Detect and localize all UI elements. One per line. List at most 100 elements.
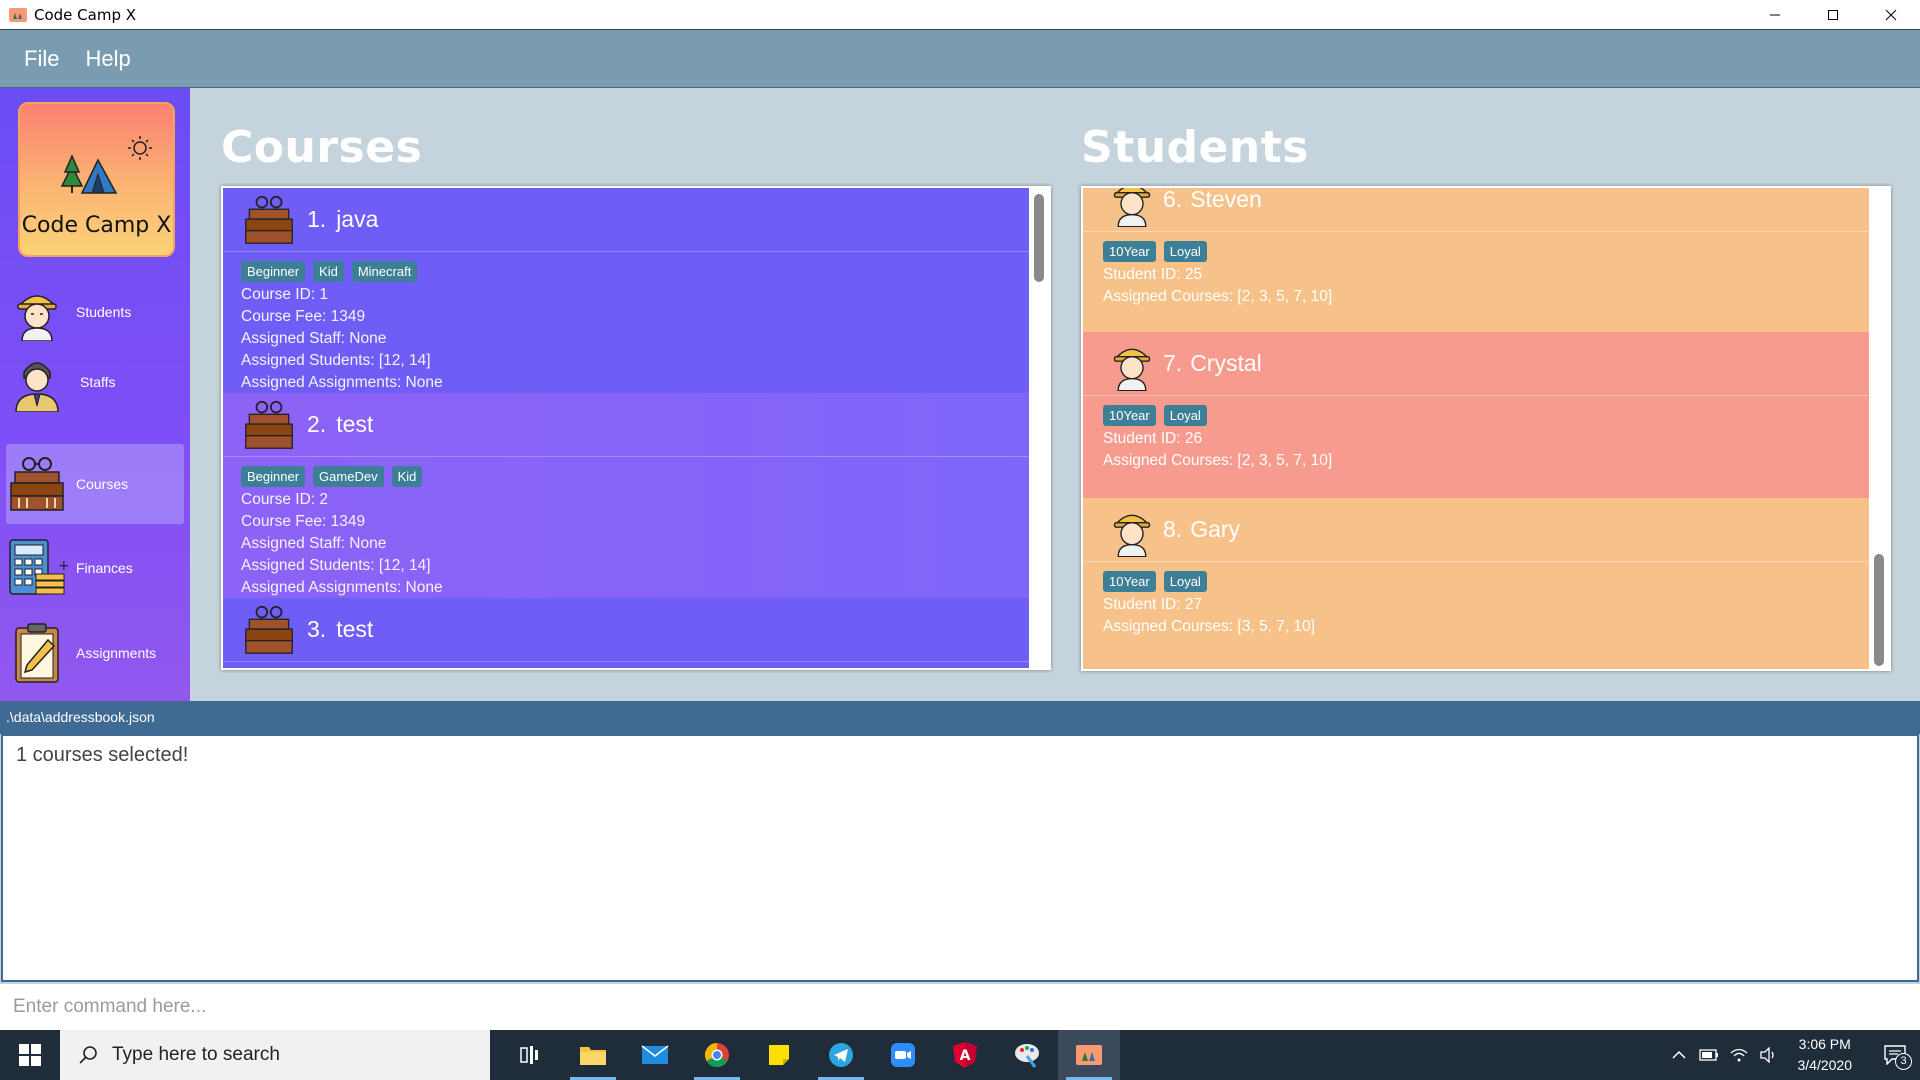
course-list[interactable]: 1. java Beginner Kid Minecraft Course ID… <box>221 186 1051 670</box>
sidebar-item-finances[interactable]: + Finances <box>6 528 184 608</box>
paint-button[interactable] <box>996 1030 1058 1080</box>
windows-icon <box>19 1044 41 1066</box>
minimize-icon <box>1770 14 1780 15</box>
maximize-button[interactable] <box>1804 0 1862 29</box>
chevron-up-icon <box>1671 1050 1686 1059</box>
task-view-button[interactable] <box>500 1030 562 1080</box>
start-button[interactable] <box>0 1030 60 1080</box>
sidebar: Code Camp X Students Staffs Courses + Fi… <box>0 88 190 701</box>
clock-time: 3:06 PM <box>1798 1036 1851 1052</box>
sidebar-item-label: Finances <box>76 560 133 576</box>
student-list-scrollbar[interactable] <box>1869 188 1889 669</box>
sidebar-item-label: Staffs <box>80 374 116 390</box>
assigned-staff: Assigned Staff: None <box>241 535 387 552</box>
student-id: Student ID: 26 <box>1103 430 1203 447</box>
volume-icon <box>1759 1047 1774 1063</box>
course-fee: Course Fee: 1349 <box>241 513 366 530</box>
student-list[interactable]: 6. Steven 10Year Loyal Student ID: 25 As… <box>1081 186 1891 671</box>
sidebar-item-label: Assignments <box>76 645 157 661</box>
sidebar-item-staffs[interactable]: Staffs <box>6 342 184 422</box>
mail-button[interactable] <box>624 1030 686 1080</box>
student-name: Steven <box>1190 186 1262 212</box>
tag: Loyal <box>1163 241 1207 262</box>
window-title: Code Camp X <box>34 5 137 24</box>
menu-help[interactable]: Help <box>85 46 130 72</box>
result-display: 1 courses selected! <box>1 734 1919 982</box>
list-item[interactable]: 2. test Beginner GameDev Kid Course ID: … <box>223 393 1031 598</box>
course-id: Course ID: 1 <box>241 286 329 303</box>
courses-icon <box>245 400 293 449</box>
network-button[interactable] <box>1724 1030 1754 1080</box>
file-path-status: .\data\addressbook.json <box>0 701 1920 734</box>
list-item[interactable]: 7. Crystal 10Year Loyal Student ID: 26 A… <box>1083 332 1871 498</box>
student-icon <box>6 281 68 343</box>
tag: Kid <box>313 261 344 282</box>
taskbar-apps: A <box>500 1030 1120 1080</box>
code-camp-icon <box>1076 1045 1102 1065</box>
chrome-icon <box>704 1043 729 1068</box>
list-item[interactable]: 1. java Beginner Kid Minecraft Course ID… <box>223 188 1031 393</box>
menu-file[interactable]: File <box>24 46 59 72</box>
sidebar-item-assignments[interactable]: Assignments <box>6 613 184 693</box>
sidebar-item-label: Students <box>76 304 132 320</box>
assigned-staff: Assigned Staff: None <box>241 330 387 347</box>
command-placeholder: Enter command here... <box>13 996 207 1017</box>
battery-button[interactable] <box>1694 1030 1724 1080</box>
student-details: 10Year Loyal Student ID: 27 Assigned Cou… <box>1083 562 1871 647</box>
telegram-icon <box>829 1043 853 1067</box>
minimize-button[interactable] <box>1746 0 1804 29</box>
mail-icon <box>641 1045 669 1064</box>
courses-icon <box>6 453 68 515</box>
volume-button[interactable] <box>1754 1030 1784 1080</box>
close-icon <box>1885 9 1897 20</box>
tag-list: 10Year Loyal <box>1103 241 1851 262</box>
camp-logo-icon <box>60 136 152 194</box>
taskbar-search[interactable]: Type here to search <box>60 1030 490 1080</box>
command-input[interactable]: Enter command here... <box>0 984 1920 1030</box>
show-hidden-icons-button[interactable] <box>1664 1030 1694 1080</box>
tag: Beginner <box>241 466 306 487</box>
telegram-button[interactable] <box>810 1030 872 1080</box>
student-index: 7. <box>1163 350 1183 376</box>
course-card-header: 2. test <box>223 393 1031 457</box>
assigned-students: Assigned Students: [12, 14] <box>241 352 431 369</box>
student-card-header: 8. Gary <box>1083 498 1871 562</box>
course-index: 1. <box>307 206 327 232</box>
sidebar-item-students[interactable]: Students <box>6 272 184 352</box>
student-name: Gary <box>1190 516 1241 542</box>
angular-button[interactable]: A <box>934 1030 996 1080</box>
list-item[interactable]: 8. Gary 10Year Loyal Student ID: 27 Assi… <box>1083 498 1871 669</box>
tag: 10Year <box>1103 571 1156 592</box>
chrome-button[interactable] <box>686 1030 748 1080</box>
courses-icon <box>245 605 293 654</box>
clock[interactable]: 3:06 PM 3/4/2020 <box>1798 1034 1853 1076</box>
assignment-icon <box>6 622 68 684</box>
tag: Loyal <box>1163 405 1207 426</box>
scrollbar-thumb[interactable] <box>1034 194 1044 282</box>
tag: 10Year <box>1103 405 1156 426</box>
tag: Kid <box>391 466 423 487</box>
tag: Beginner <box>241 261 306 282</box>
course-index: 3. <box>307 616 327 642</box>
tag-list: 10Year Loyal <box>1103 405 1851 426</box>
tag: Loyal <box>1163 571 1207 592</box>
list-item[interactable]: 6. Steven 10Year Loyal Student ID: 25 As… <box>1083 186 1871 332</box>
course-list-scrollbar[interactable] <box>1029 188 1049 668</box>
menu-bar: File Help <box>0 29 1920 88</box>
code-camp-button[interactable] <box>1058 1030 1120 1080</box>
close-button[interactable] <box>1862 0 1920 29</box>
sticky-notes-button[interactable] <box>748 1030 810 1080</box>
student-icon <box>1113 514 1151 557</box>
sidebar-item-courses[interactable]: Courses <box>6 444 184 524</box>
list-item[interactable]: 3. test <box>223 598 1031 668</box>
notification-center-button[interactable]: 3 <box>1870 1030 1920 1080</box>
file-explorer-button[interactable] <box>562 1030 624 1080</box>
sidebar-item-label: Courses <box>76 476 129 492</box>
student-details: 10Year Loyal Student ID: 26 Assigned Cou… <box>1083 396 1871 481</box>
student-id: Student ID: 25 <box>1103 266 1203 283</box>
scrollbar-thumb[interactable] <box>1874 554 1884 666</box>
assigned-assignments: Assigned Assignments: None <box>241 374 443 391</box>
zoom-button[interactable] <box>872 1030 934 1080</box>
finance-icon: + <box>6 537 68 599</box>
assigned-courses: Assigned Courses: [3, 5, 7, 10] <box>1103 618 1315 635</box>
